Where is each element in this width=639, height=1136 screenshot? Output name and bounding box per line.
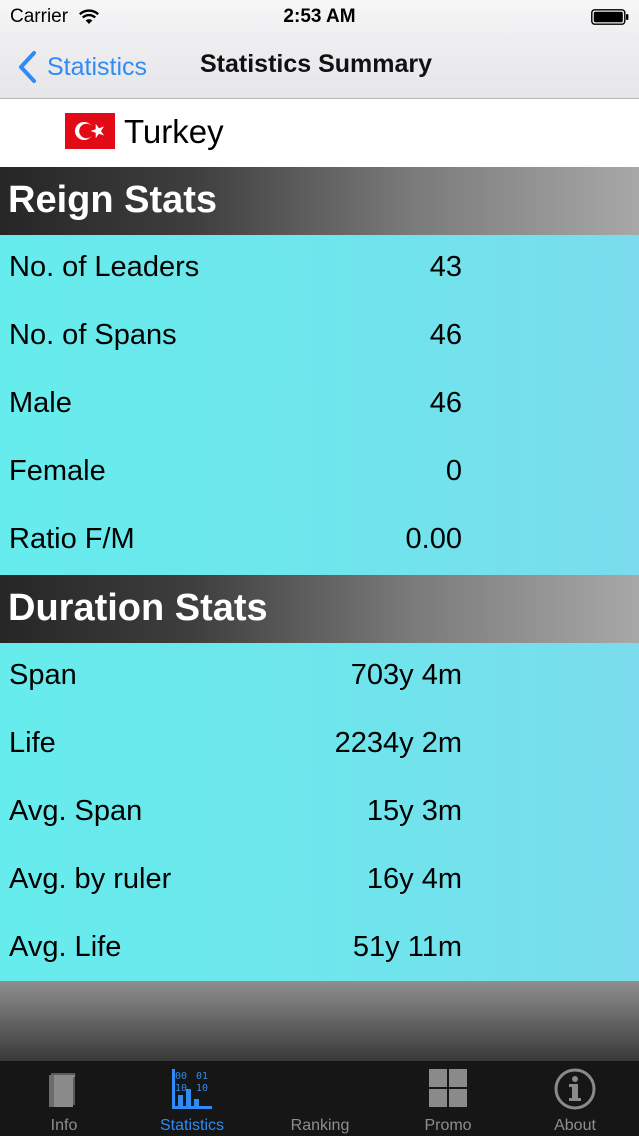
duration-stats-header: Duration Stats [0, 575, 639, 643]
status-time: 2:53 AM [283, 6, 356, 27]
stat-label: No. of Leaders [9, 251, 200, 283]
stat-label: Avg. Life [9, 931, 122, 963]
book-icon [49, 1073, 76, 1107]
info-icon [554, 1068, 596, 1110]
tab-label: Statistics [159, 1117, 224, 1134]
chevron-left-icon [19, 51, 36, 83]
stat-value: 46 [429, 387, 462, 419]
tab-ranking[interactable]: Ranking [256, 1061, 384, 1136]
stat-value: 16y 4m [366, 863, 462, 895]
tab-about[interactable]: About [511, 1061, 639, 1136]
stat-label: Avg. by ruler [9, 863, 172, 895]
svg-text:10: 10 [196, 1083, 208, 1094]
reign-stats-header: Reign Stats [0, 167, 639, 235]
stat-row-span: Span 703y 4m [0, 643, 639, 711]
svg-text:00: 00 [175, 1071, 187, 1082]
stat-value: 51y 11m [352, 931, 462, 963]
stat-row-ratio: Ratio F/M 0.00 [0, 507, 639, 575]
stat-row-avg-life: Avg. Life 51y 11m [0, 915, 639, 983]
stat-label: Male [9, 387, 72, 419]
tab-info[interactable]: Info [0, 1061, 128, 1136]
statistics-icon: 00 01 10 10 [172, 1069, 212, 1109]
stat-value: 43 [429, 251, 462, 283]
stat-label: Female [9, 455, 106, 487]
stat-row-male: Male 46 [0, 371, 639, 439]
stat-row-leaders: No. of Leaders 43 [0, 235, 639, 303]
stat-value: 2234y 2m [334, 727, 462, 759]
page-title: Statistics Summary [200, 50, 433, 78]
stat-label: Life [9, 727, 56, 759]
stat-label: Ratio F/M [9, 523, 135, 555]
stat-value: 46 [429, 319, 462, 351]
stat-value: 703y 4m [350, 659, 462, 691]
tab-statistics[interactable]: 00 01 10 10 Statistics [128, 1061, 256, 1136]
battery-icon [591, 9, 629, 25]
stat-row-avg-span: Avg. Span 15y 3m [0, 779, 639, 847]
stat-row-spans: No. of Spans 46 [0, 303, 639, 371]
tab-label: Info [50, 1117, 78, 1134]
stat-value: 15y 3m [366, 795, 462, 827]
tab-promo[interactable]: Promo [384, 1061, 512, 1136]
grid-icon [429, 1069, 467, 1107]
duration-stats-list: Span 703y 4m Life 2234y 2m Avg. Span 15y… [0, 643, 639, 981]
country-name: Turkey [124, 113, 224, 150]
tab-bar: Info 00 01 10 10 Statistics Ranking Prom… [0, 1060, 639, 1136]
turkey-flag-icon [65, 113, 115, 149]
duration-stats-title: Duration Stats [8, 587, 268, 629]
stat-row-avg-by-ruler: Avg. by ruler 16y 4m [0, 847, 639, 915]
tab-label: About [554, 1117, 596, 1134]
country-header: Turkey [0, 99, 639, 167]
stat-row-life: Life 2234y 2m [0, 711, 639, 779]
empty-area [0, 981, 639, 1060]
stat-label: Avg. Span [9, 795, 143, 827]
tab-label: Promo [424, 1117, 472, 1134]
statistics-summary-screen: Carrier 2:53 AM Statistics Statistics Su… [0, 0, 639, 1136]
stat-value: 0.00 [405, 523, 462, 555]
back-button[interactable]: Statistics [16, 49, 147, 85]
stat-label: Span [9, 659, 77, 691]
reign-stats-title: Reign Stats [8, 179, 218, 221]
svg-text:10: 10 [175, 1083, 187, 1094]
navigation-bar: Statistics Statistics Summary [0, 34, 639, 99]
stat-value: 0 [445, 455, 462, 487]
stat-row-female: Female 0 [0, 439, 639, 507]
back-button-label: Statistics [47, 52, 148, 81]
tab-label: Ranking [290, 1117, 350, 1134]
status-bar: Carrier 2:53 AM [0, 0, 639, 34]
stat-label: No. of Spans [9, 319, 177, 351]
ranking-icon [297, 1067, 343, 1111]
svg-text:01: 01 [196, 1071, 208, 1082]
reign-stats-list: No. of Leaders 43 No. of Spans 46 Male 4… [0, 235, 639, 575]
